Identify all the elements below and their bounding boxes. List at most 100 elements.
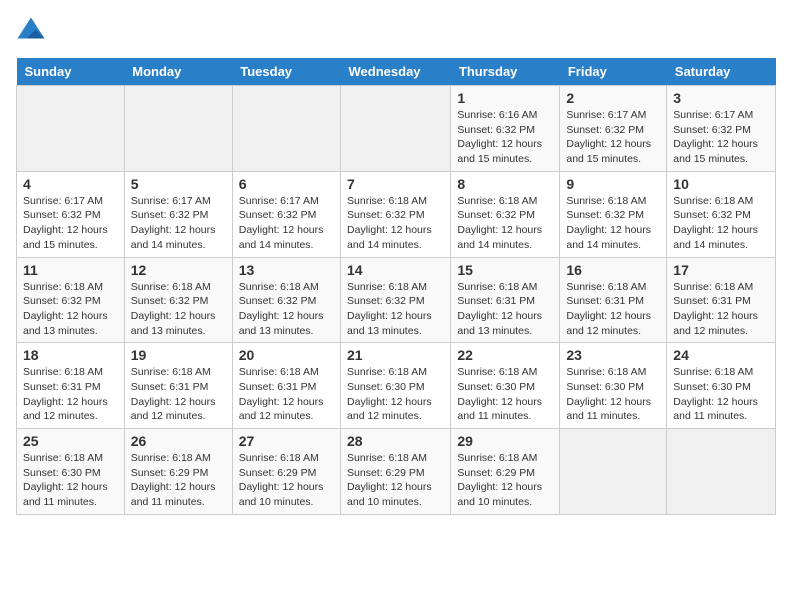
day-info: Sunrise: 6:18 AM Sunset: 6:31 PM Dayligh… (566, 280, 660, 339)
day-number: 14 (347, 262, 444, 278)
day-info: Sunrise: 6:16 AM Sunset: 6:32 PM Dayligh… (457, 108, 553, 167)
day-number: 23 (566, 347, 660, 363)
calendar-cell: 18 Sunrise: 6:18 AM Sunset: 6:31 PM Dayli… (17, 343, 125, 429)
day-info: Sunrise: 6:18 AM Sunset: 6:32 PM Dayligh… (347, 194, 444, 253)
logo (16, 16, 50, 46)
calendar-cell (124, 86, 232, 172)
calendar-cell: 4 Sunrise: 6:17 AM Sunset: 6:32 PM Daylig… (17, 171, 125, 257)
day-number: 22 (457, 347, 553, 363)
calendar-cell: 5 Sunrise: 6:17 AM Sunset: 6:32 PM Daylig… (124, 171, 232, 257)
weekday-header-row: SundayMondayTuesdayWednesdayThursdayFrid… (17, 58, 776, 86)
calendar-cell: 19 Sunrise: 6:18 AM Sunset: 6:31 PM Dayli… (124, 343, 232, 429)
day-number: 25 (23, 433, 118, 449)
weekday-header-monday: Monday (124, 58, 232, 86)
day-info: Sunrise: 6:17 AM Sunset: 6:32 PM Dayligh… (239, 194, 334, 253)
day-number: 21 (347, 347, 444, 363)
calendar-cell (17, 86, 125, 172)
day-number: 26 (131, 433, 226, 449)
calendar-week-row: 18 Sunrise: 6:18 AM Sunset: 6:31 PM Dayli… (17, 343, 776, 429)
day-info: Sunrise: 6:18 AM Sunset: 6:29 PM Dayligh… (131, 451, 226, 510)
day-info: Sunrise: 6:17 AM Sunset: 6:32 PM Dayligh… (23, 194, 118, 253)
day-number: 15 (457, 262, 553, 278)
calendar-cell: 2 Sunrise: 6:17 AM Sunset: 6:32 PM Daylig… (560, 86, 667, 172)
calendar-cell: 15 Sunrise: 6:18 AM Sunset: 6:31 PM Dayli… (451, 257, 560, 343)
day-info: Sunrise: 6:17 AM Sunset: 6:32 PM Dayligh… (131, 194, 226, 253)
calendar-week-row: 11 Sunrise: 6:18 AM Sunset: 6:32 PM Dayli… (17, 257, 776, 343)
day-number: 3 (673, 90, 769, 106)
day-info: Sunrise: 6:18 AM Sunset: 6:32 PM Dayligh… (239, 280, 334, 339)
calendar-cell: 6 Sunrise: 6:17 AM Sunset: 6:32 PM Daylig… (232, 171, 340, 257)
day-number: 10 (673, 176, 769, 192)
calendar-cell: 9Sunrise: 6:18 AM Sunset: 6:32 PM Daylig… (560, 171, 667, 257)
calendar-cell: 23 Sunrise: 6:18 AM Sunset: 6:30 PM Dayli… (560, 343, 667, 429)
calendar-cell (341, 86, 451, 172)
calendar-cell: 8Sunrise: 6:18 AM Sunset: 6:32 PM Daylig… (451, 171, 560, 257)
page-header (16, 16, 776, 46)
day-number: 11 (23, 262, 118, 278)
calendar-cell: 27 Sunrise: 6:18 AM Sunset: 6:29 PM Dayli… (232, 429, 340, 515)
calendar-cell: 10 Sunrise: 6:18 AM Sunset: 6:32 PM Dayli… (667, 171, 776, 257)
calendar-cell: 16 Sunrise: 6:18 AM Sunset: 6:31 PM Dayli… (560, 257, 667, 343)
day-number: 20 (239, 347, 334, 363)
day-number: 4 (23, 176, 118, 192)
calendar-cell: 28 Sunrise: 6:18 AM Sunset: 6:29 PM Dayli… (341, 429, 451, 515)
weekday-header-thursday: Thursday (451, 58, 560, 86)
day-number: 17 (673, 262, 769, 278)
calendar-cell: 13Sunrise: 6:18 AM Sunset: 6:32 PM Dayli… (232, 257, 340, 343)
day-info: Sunrise: 6:18 AM Sunset: 6:31 PM Dayligh… (23, 365, 118, 424)
calendar-week-row: 1Sunrise: 6:16 AM Sunset: 6:32 PM Daylig… (17, 86, 776, 172)
day-info: Sunrise: 6:18 AM Sunset: 6:31 PM Dayligh… (131, 365, 226, 424)
day-number: 7 (347, 176, 444, 192)
calendar-cell: 21 Sunrise: 6:18 AM Sunset: 6:30 PM Dayli… (341, 343, 451, 429)
calendar-cell: 25 Sunrise: 6:18 AM Sunset: 6:30 PM Dayli… (17, 429, 125, 515)
weekday-header-wednesday: Wednesday (341, 58, 451, 86)
day-info: Sunrise: 6:17 AM Sunset: 6:32 PM Dayligh… (566, 108, 660, 167)
calendar-cell (560, 429, 667, 515)
calendar-cell: 1Sunrise: 6:16 AM Sunset: 6:32 PM Daylig… (451, 86, 560, 172)
day-number: 6 (239, 176, 334, 192)
day-info: Sunrise: 6:18 AM Sunset: 6:32 PM Dayligh… (457, 194, 553, 253)
calendar-cell: 29 Sunrise: 6:18 AM Sunset: 6:29 PM Dayli… (451, 429, 560, 515)
day-info: Sunrise: 6:18 AM Sunset: 6:30 PM Dayligh… (347, 365, 444, 424)
calendar-cell: 20Sunrise: 6:18 AM Sunset: 6:31 PM Dayli… (232, 343, 340, 429)
calendar-cell: 14 Sunrise: 6:18 AM Sunset: 6:32 PM Dayli… (341, 257, 451, 343)
day-info: Sunrise: 6:18 AM Sunset: 6:32 PM Dayligh… (673, 194, 769, 253)
day-info: Sunrise: 6:18 AM Sunset: 6:31 PM Dayligh… (457, 280, 553, 339)
weekday-header-friday: Friday (560, 58, 667, 86)
calendar-cell (667, 429, 776, 515)
day-info: Sunrise: 6:18 AM Sunset: 6:29 PM Dayligh… (457, 451, 553, 510)
day-info: Sunrise: 6:18 AM Sunset: 6:32 PM Dayligh… (347, 280, 444, 339)
day-info: Sunrise: 6:18 AM Sunset: 6:30 PM Dayligh… (566, 365, 660, 424)
day-number: 19 (131, 347, 226, 363)
day-info: Sunrise: 6:18 AM Sunset: 6:30 PM Dayligh… (23, 451, 118, 510)
calendar-cell: 26 Sunrise: 6:18 AM Sunset: 6:29 PM Dayli… (124, 429, 232, 515)
day-number: 24 (673, 347, 769, 363)
day-number: 27 (239, 433, 334, 449)
calendar-week-row: 25 Sunrise: 6:18 AM Sunset: 6:30 PM Dayli… (17, 429, 776, 515)
calendar-table: SundayMondayTuesdayWednesdayThursdayFrid… (16, 58, 776, 515)
calendar-cell: 3 Sunrise: 6:17 AM Sunset: 6:32 PM Daylig… (667, 86, 776, 172)
day-number: 29 (457, 433, 553, 449)
calendar-cell: 22 Sunrise: 6:18 AM Sunset: 6:30 PM Dayli… (451, 343, 560, 429)
calendar-cell (232, 86, 340, 172)
calendar-cell: 24 Sunrise: 6:18 AM Sunset: 6:30 PM Dayli… (667, 343, 776, 429)
day-info: Sunrise: 6:18 AM Sunset: 6:32 PM Dayligh… (23, 280, 118, 339)
day-number: 12 (131, 262, 226, 278)
day-number: 16 (566, 262, 660, 278)
day-number: 28 (347, 433, 444, 449)
day-number: 5 (131, 176, 226, 192)
day-info: Sunrise: 6:17 AM Sunset: 6:32 PM Dayligh… (673, 108, 769, 167)
calendar-cell: 11 Sunrise: 6:18 AM Sunset: 6:32 PM Dayli… (17, 257, 125, 343)
calendar-cell: 7 Sunrise: 6:18 AM Sunset: 6:32 PM Daylig… (341, 171, 451, 257)
day-info: Sunrise: 6:18 AM Sunset: 6:29 PM Dayligh… (347, 451, 444, 510)
day-info: Sunrise: 6:18 AM Sunset: 6:29 PM Dayligh… (239, 451, 334, 510)
calendar-week-row: 4 Sunrise: 6:17 AM Sunset: 6:32 PM Daylig… (17, 171, 776, 257)
day-number: 18 (23, 347, 118, 363)
day-info: Sunrise: 6:18 AM Sunset: 6:30 PM Dayligh… (457, 365, 553, 424)
day-number: 2 (566, 90, 660, 106)
day-number: 9 (566, 176, 660, 192)
weekday-header-sunday: Sunday (17, 58, 125, 86)
day-info: Sunrise: 6:18 AM Sunset: 6:30 PM Dayligh… (673, 365, 769, 424)
logo-icon (16, 16, 46, 46)
weekday-header-saturday: Saturday (667, 58, 776, 86)
